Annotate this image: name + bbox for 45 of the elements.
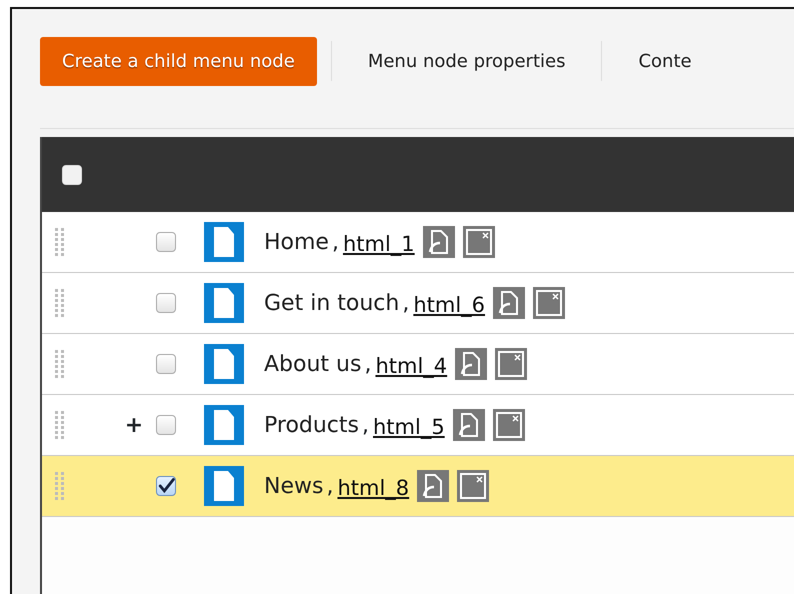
link-page-icon[interactable] xyxy=(422,226,455,258)
page-icon xyxy=(204,466,244,506)
toolbar-tab[interactable]: Conte xyxy=(616,36,714,86)
page-link[interactable]: html_5 xyxy=(373,412,445,444)
separator-comma: , xyxy=(364,350,372,378)
expand-toggle[interactable]: + xyxy=(124,408,144,442)
link-page-icon[interactable] xyxy=(455,348,488,380)
toolbar-tab[interactable]: Menu node properties xyxy=(346,36,588,86)
table-row[interactable]: News, html_8 xyxy=(42,456,794,517)
checkbox[interactable] xyxy=(156,415,176,435)
separator-comma: , xyxy=(402,290,410,318)
node-title: About us xyxy=(264,350,362,378)
page-icon xyxy=(204,222,244,262)
node-title: Home xyxy=(264,228,329,256)
page-icon xyxy=(204,405,244,445)
page-link[interactable]: html_8 xyxy=(337,473,410,505)
page-icon xyxy=(204,344,244,384)
checkbox[interactable] xyxy=(156,293,176,313)
checkbox[interactable] xyxy=(156,232,176,252)
page-link[interactable]: html_6 xyxy=(413,290,486,322)
checkbox[interactable] xyxy=(156,354,176,374)
link-page-icon[interactable] xyxy=(452,409,485,441)
drag-handle-icon[interactable] xyxy=(54,409,66,441)
node-title: Products xyxy=(264,412,359,440)
node-title: Get in touch xyxy=(264,290,400,318)
delete-icon[interactable] xyxy=(492,409,525,441)
separator-comma: , xyxy=(332,228,339,256)
delete-icon[interactable] xyxy=(462,226,495,258)
link-page-icon[interactable] xyxy=(417,470,450,502)
toolbar-tab[interactable]: Create a child menu node xyxy=(40,36,317,86)
link-page-icon[interactable] xyxy=(493,287,526,319)
page-icon xyxy=(204,283,244,323)
delete-icon[interactable] xyxy=(533,287,566,319)
drag-handle-icon[interactable] xyxy=(54,348,66,380)
delete-icon[interactable] xyxy=(457,470,490,502)
delete-icon[interactable] xyxy=(495,348,528,380)
page-link[interactable]: html_4 xyxy=(375,351,448,383)
separator-comma: , xyxy=(362,412,369,440)
separator-comma: , xyxy=(326,472,334,500)
page-link[interactable]: html_1 xyxy=(342,229,415,261)
drag-handle-icon[interactable] xyxy=(54,287,66,319)
checkbox[interactable] xyxy=(156,476,176,496)
node-title: News xyxy=(264,472,324,500)
drag-handle-icon[interactable] xyxy=(54,226,66,258)
drag-handle-icon[interactable] xyxy=(54,470,66,502)
